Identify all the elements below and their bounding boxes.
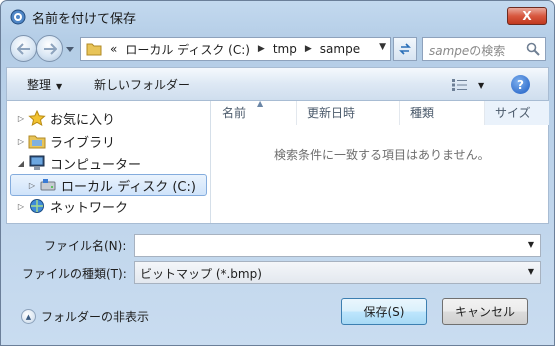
app-icon [10, 9, 26, 25]
address-bar[interactable]: « ローカル ディスク (C:) ▶ tmp ▶ sampe ▼ [80, 37, 391, 61]
tree-item-local-disk[interactable]: ▷ ローカル ディスク (C:) [10, 174, 207, 196]
breadcrumb-tmp[interactable]: tmp [273, 42, 297, 56]
title-bar[interactable]: 名前を付けて保存 X [1, 1, 554, 31]
breadcrumb-separator-icon[interactable]: ▶ [258, 44, 265, 54]
search-placeholder: sampeの検索 [429, 44, 506, 58]
view-list-icon [452, 79, 467, 91]
filetype-value: ビットマップ (*.bmp) [140, 267, 262, 281]
new-folder-button[interactable]: 新しいフォルダー [94, 76, 190, 93]
navigation-pane[interactable]: ▷ お気に入り ▷ ライブラリ ◢ コンピューター ▷ ローカル ディスク (C… [7, 101, 211, 223]
tree-label: コンピューター [50, 157, 142, 173]
file-list[interactable]: ▲ 名前 更新日時 種類 サイズ 検索条件に一致する項目はありません。 [212, 99, 549, 223]
library-icon [28, 135, 46, 149]
forward-button[interactable] [36, 35, 63, 62]
column-header-size[interactable]: サイズ [485, 101, 549, 125]
hide-folders-toggle[interactable]: ▲ フォルダーの非表示 [21, 308, 149, 325]
organize-button[interactable]: 整理 ▼ [27, 76, 62, 93]
expand-icon[interactable]: ▷ [28, 181, 36, 190]
help-button[interactable]: ? [511, 75, 530, 94]
history-dropdown-icon[interactable] [65, 44, 75, 54]
refresh-button[interactable] [393, 37, 417, 61]
view-options-button[interactable]: ▼ [452, 77, 492, 93]
address-overflow[interactable]: « [110, 42, 117, 56]
back-button[interactable] [10, 35, 37, 62]
chevron-down-icon: ▼ [478, 80, 485, 90]
expand-icon[interactable]: ▷ [17, 114, 25, 123]
sort-ascending-icon: ▲ [257, 99, 264, 108]
filename-field[interactable]: ▼ [134, 234, 541, 257]
arrow-left-icon [16, 42, 30, 55]
star-icon [28, 110, 46, 126]
computer-icon [29, 155, 45, 170]
tree-label: ローカル ディスク (C:) [61, 179, 196, 195]
tree-label: お気に入り [50, 112, 116, 128]
tree-item-network[interactable]: ▷ ネットワーク [17, 196, 128, 216]
close-icon: X [522, 9, 532, 23]
expand-icon[interactable]: ▷ [17, 137, 25, 146]
help-icon: ? [517, 77, 524, 92]
command-bar: 整理 ▼ 新しいフォルダー ▼ ? [6, 67, 549, 101]
tree-item-computer[interactable]: ◢ コンピューター [17, 153, 141, 173]
chevron-down-icon[interactable]: ▼ [528, 240, 534, 249]
content-area: ▷ お気に入り ▷ ライブラリ ◢ コンピューター ▷ ローカル ディスク (C… [6, 99, 549, 224]
navigation-bar: « ローカル ディスク (C:) ▶ tmp ▶ sampe ▼ sampeの検… [1, 31, 554, 67]
window-title: 名前を付けて保存 [32, 12, 137, 27]
breadcrumb-separator-icon[interactable]: ▶ [305, 44, 312, 54]
breadcrumb-drive[interactable]: ローカル ディスク (C:) [125, 41, 250, 58]
folder-icon [86, 43, 102, 56]
filetype-label: ファイルの種類(T): [22, 267, 127, 281]
network-icon [30, 199, 44, 213]
close-button[interactable]: X [507, 7, 547, 25]
tree-label: ネットワーク [50, 200, 129, 216]
address-dropdown-icon[interactable]: ▼ [379, 42, 386, 52]
refresh-icon [399, 43, 411, 55]
arrow-right-icon [43, 42, 57, 55]
tree-item-favorites[interactable]: ▷ お気に入り [17, 108, 115, 128]
expand-icon[interactable]: ▷ [17, 202, 25, 211]
drive-icon [40, 179, 56, 191]
save-as-dialog: 名前を付けて保存 X « ローカル ディスク (C:) ▶ tmp ▶ samp… [0, 0, 555, 346]
cancel-button[interactable]: キャンセル [442, 298, 528, 325]
search-input[interactable]: sampeの検索 [422, 37, 546, 61]
search-icon[interactable] [526, 42, 540, 56]
collapse-icon[interactable]: ◢ [17, 159, 25, 168]
save-button[interactable]: 保存(S) [341, 298, 427, 325]
filename-label: ファイル名(N): [44, 239, 127, 253]
empty-message: 検索条件に一致する項目はありません。 [274, 148, 490, 162]
hide-folders-label: フォルダーの非表示 [41, 310, 150, 324]
chevron-down-icon[interactable]: ▼ [528, 267, 534, 276]
column-header-type[interactable]: 種類 [400, 101, 485, 125]
collapse-up-icon: ▲ [21, 309, 36, 324]
chevron-down-icon: ▼ [56, 82, 63, 91]
breadcrumb-sampe[interactable]: sampe [320, 42, 360, 56]
filetype-select[interactable]: ビットマップ (*.bmp) ▼ [134, 261, 541, 284]
tree-item-libraries[interactable]: ▷ ライブラリ [17, 131, 115, 151]
column-header-date[interactable]: 更新日時 [297, 101, 400, 125]
tree-label: ライブラリ [50, 135, 116, 151]
column-header-name[interactable]: ▲ 名前 [212, 99, 297, 125]
